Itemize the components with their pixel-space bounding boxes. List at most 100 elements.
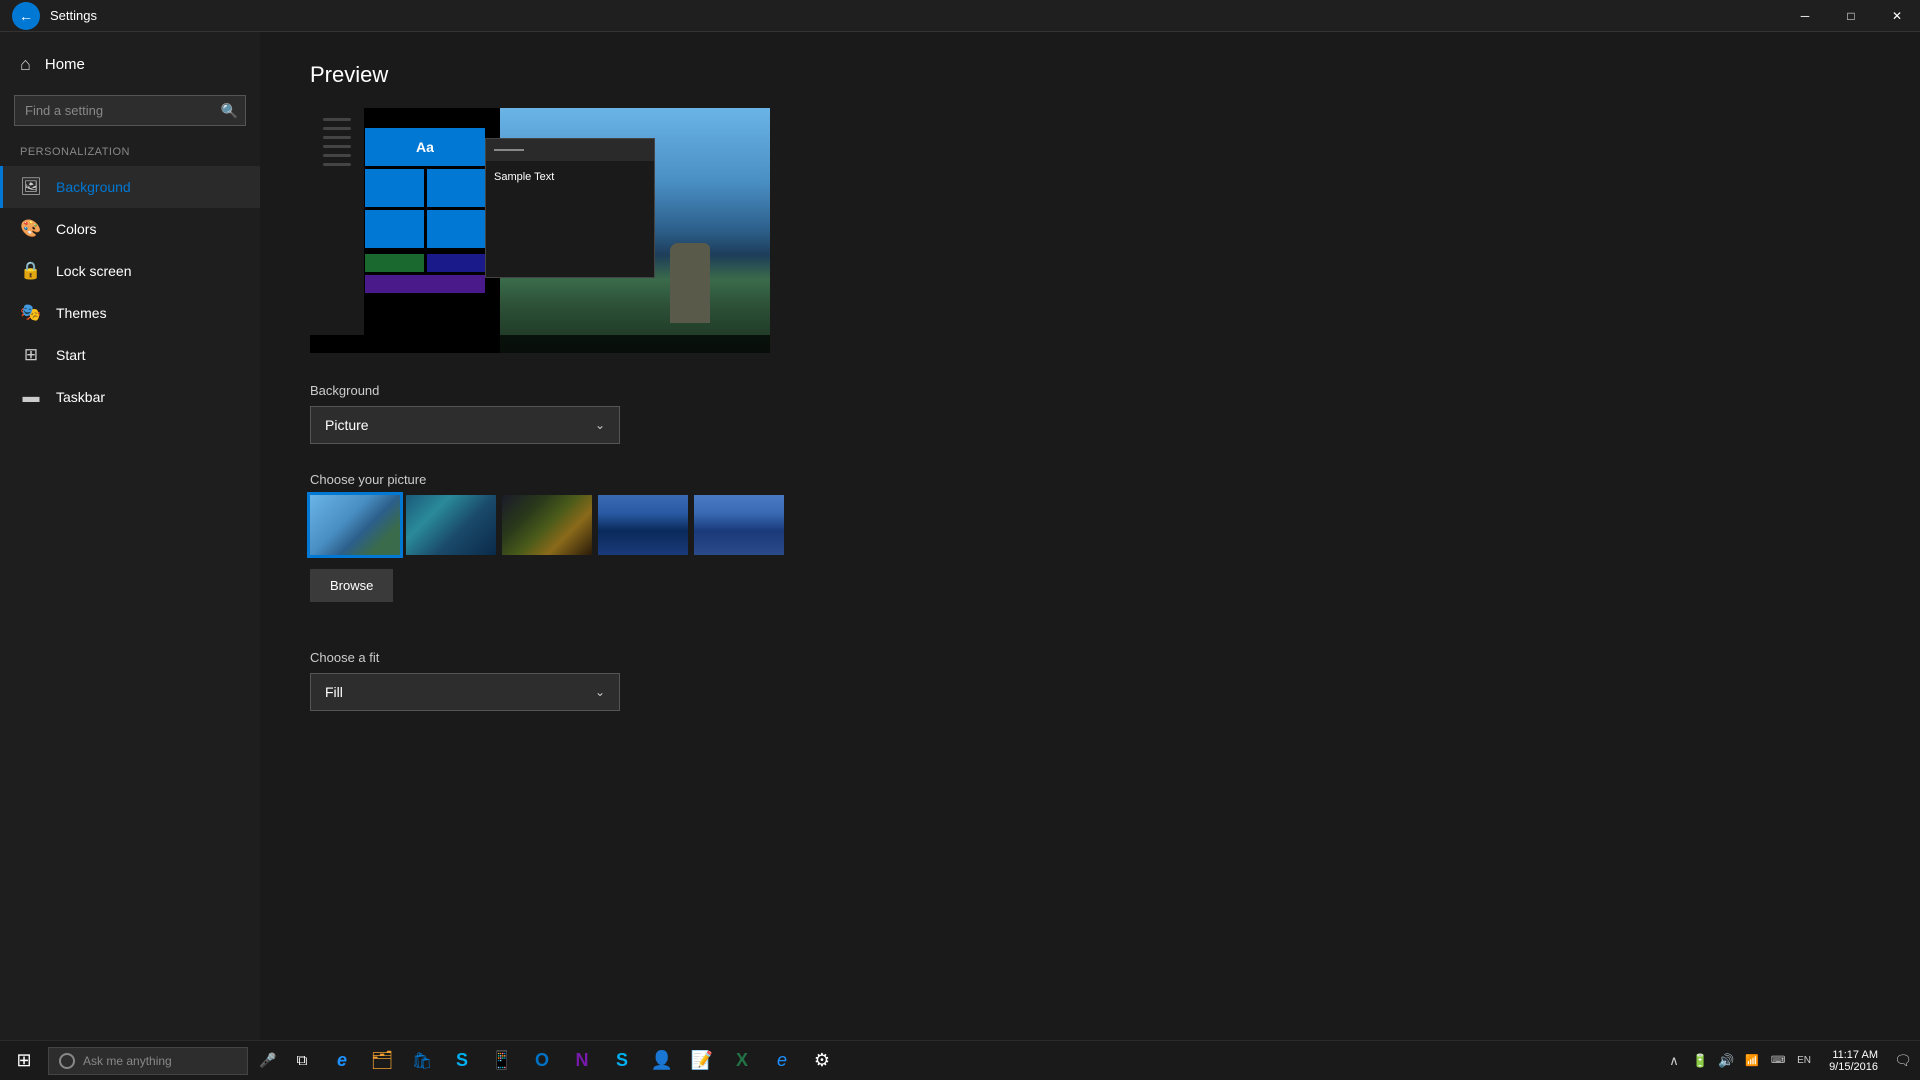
preview-title: Preview [310,62,1870,88]
taskbar-app-store[interactable]: 🛍 [402,1041,442,1080]
colors-icon: 🎨 [20,219,42,239]
start-icon: ⊞ [20,345,42,365]
app-body: ⌂ Home 🔍 Personalization 🖼 Background 🎨 … [0,32,1920,1040]
preview-tile-4 [427,210,486,248]
search-circle-icon [59,1053,75,1069]
preview-sidebar [310,108,364,335]
sidebar-item-taskbar[interactable]: ▬ Taskbar [0,376,260,418]
background-icon: 🖼 [20,177,42,197]
preview-tile-3 [365,210,424,248]
preview-tile-1 [365,169,424,207]
back-button[interactable]: ← [12,2,40,30]
preview-tiles: Aa [365,128,485,288]
search-input[interactable] [14,95,246,126]
clock-time: 11:17 AM [1832,1049,1878,1061]
sidebar-item-start[interactable]: ⊞ Start [0,334,260,376]
taskbar-app-excel[interactable]: X [722,1041,762,1080]
minimize-button[interactable]: ─ [1782,0,1828,32]
choose-picture-label: Choose your picture [310,472,1870,487]
taskbar-right: ∧ 🔋 🔊 📶 ⌨ EN 11:17 AM 9/15/2016 🗨 [1661,1041,1916,1080]
taskbar-app-ie[interactable]: e [762,1041,802,1080]
taskbar-app-settings[interactable]: ⚙ [802,1041,842,1080]
background-label: Background [310,383,1870,398]
taskbar-app-phone[interactable]: 📱 [482,1041,522,1080]
taskbar-icon: ▬ [20,387,42,407]
sidebar-item-lock-screen[interactable]: 🔒 Lock screen [0,250,260,292]
taskbar-app-notes[interactable]: 📝 [682,1041,722,1080]
sidebar-item-home[interactable]: ⌂ Home [0,42,260,87]
picture-thumb-2[interactable] [406,495,496,555]
picture-thumb-4[interactable] [598,495,688,555]
main-content: Preview [260,32,1920,1040]
sidebar-dot-4 [323,145,351,148]
sidebar-dot-5 [323,154,351,157]
preview-tile-aa: Aa [365,128,485,166]
language-icon[interactable]: EN [1791,1041,1817,1080]
preview-dialog: Sample Text [485,138,655,278]
maximize-button[interactable]: □ [1828,0,1874,32]
browse-button[interactable]: Browse [310,569,393,602]
preview-tile-small-1 [365,254,424,272]
sidebar-dot-3 [323,136,351,139]
preview-desktop: Aa [310,108,770,353]
start-button[interactable]: ⊞ [4,1041,44,1080]
choose-fit-section: Choose a fit Fill ⌄ [310,650,1870,711]
tray-expand-icon[interactable]: ∧ [1661,1041,1687,1080]
sidebar-item-background[interactable]: 🖼 Background [0,166,260,208]
preview-dialog-text: Sample Text [486,161,654,193]
system-tray: ∧ 🔋 🔊 📶 ⌨ EN [1661,1041,1817,1080]
sidebar-item-colors[interactable]: 🎨 Colors [0,208,260,250]
preview-rock [670,243,710,323]
fit-dropdown[interactable]: Fill ⌄ [310,673,620,711]
network-icon[interactable]: 📶 [1739,1041,1765,1080]
notification-icon[interactable]: 🗨 [1890,1041,1916,1080]
preview-tile-small-2 [427,254,486,272]
home-icon: ⌂ [20,54,31,75]
title-bar: ← Settings ─ □ ✕ [0,0,1920,32]
sidebar-dot-1 [323,118,351,121]
search-icon: 🔍 [221,102,238,119]
battery-icon[interactable]: 🔋 [1687,1041,1713,1080]
sidebar-item-themes[interactable]: 🎭 Themes [0,292,260,334]
microphone-icon[interactable]: 🎤 [258,1051,278,1071]
picture-grid [310,495,1870,555]
picture-thumb-1[interactable] [310,495,400,555]
picture-thumb-5[interactable] [694,495,784,555]
background-dropdown[interactable]: Picture ⌄ [310,406,620,444]
clock[interactable]: 11:17 AM 9/15/2016 [1817,1041,1890,1080]
taskbar-app-skype2[interactable]: S [602,1041,642,1080]
clock-date: 9/15/2016 [1829,1061,1878,1073]
taskbar-app-skype[interactable]: S [442,1041,482,1080]
close-button[interactable]: ✕ [1874,0,1920,32]
lock-screen-icon: 🔒 [20,261,42,281]
sidebar-dot-2 [323,127,351,130]
taskbar: ⊞ Ask me anything 🎤 ⧉ e 🗂 🛍 S 📱 O N S 👤 … [0,1040,1920,1080]
volume-icon[interactable]: 🔊 [1713,1041,1739,1080]
background-dropdown-value: Picture [325,417,369,433]
picture-thumb-3[interactable] [502,495,592,555]
preview-tile-2 [427,169,486,207]
taskbar-app-edge[interactable]: e [322,1041,362,1080]
task-view-button[interactable]: ⧉ [282,1041,322,1080]
keyboard-icon[interactable]: ⌨ [1765,1041,1791,1080]
sidebar-dot-6 [323,163,351,166]
sidebar-search-container: 🔍 [14,95,246,126]
taskbar-app-onenote[interactable]: N [562,1041,602,1080]
taskbar-app-outlook[interactable]: O [522,1041,562,1080]
taskbar-search-box[interactable]: Ask me anything [48,1047,248,1075]
taskbar-search-text: Ask me anything [83,1054,172,1068]
sidebar: ⌂ Home 🔍 Personalization 🖼 Background 🎨 … [0,32,260,1040]
background-section: Background Picture ⌄ [310,383,1870,444]
taskbar-apps: ⧉ e 🗂 🛍 S 📱 O N S 👤 📝 X e ⚙ [282,1041,842,1080]
taskbar-app-explorer[interactable]: 🗂 [362,1041,402,1080]
preview-taskbar [310,335,770,353]
preview-dialog-title-bar [494,149,524,151]
themes-icon: 🎭 [20,303,42,323]
chevron-down-icon: ⌄ [595,418,605,432]
choose-fit-label: Choose a fit [310,650,1870,665]
taskbar-app-people[interactable]: 👤 [642,1041,682,1080]
chevron-down-icon-fit: ⌄ [595,685,605,699]
window-controls: ─ □ ✕ [1782,0,1920,32]
fit-dropdown-value: Fill [325,684,343,700]
window-title: Settings [50,8,97,23]
